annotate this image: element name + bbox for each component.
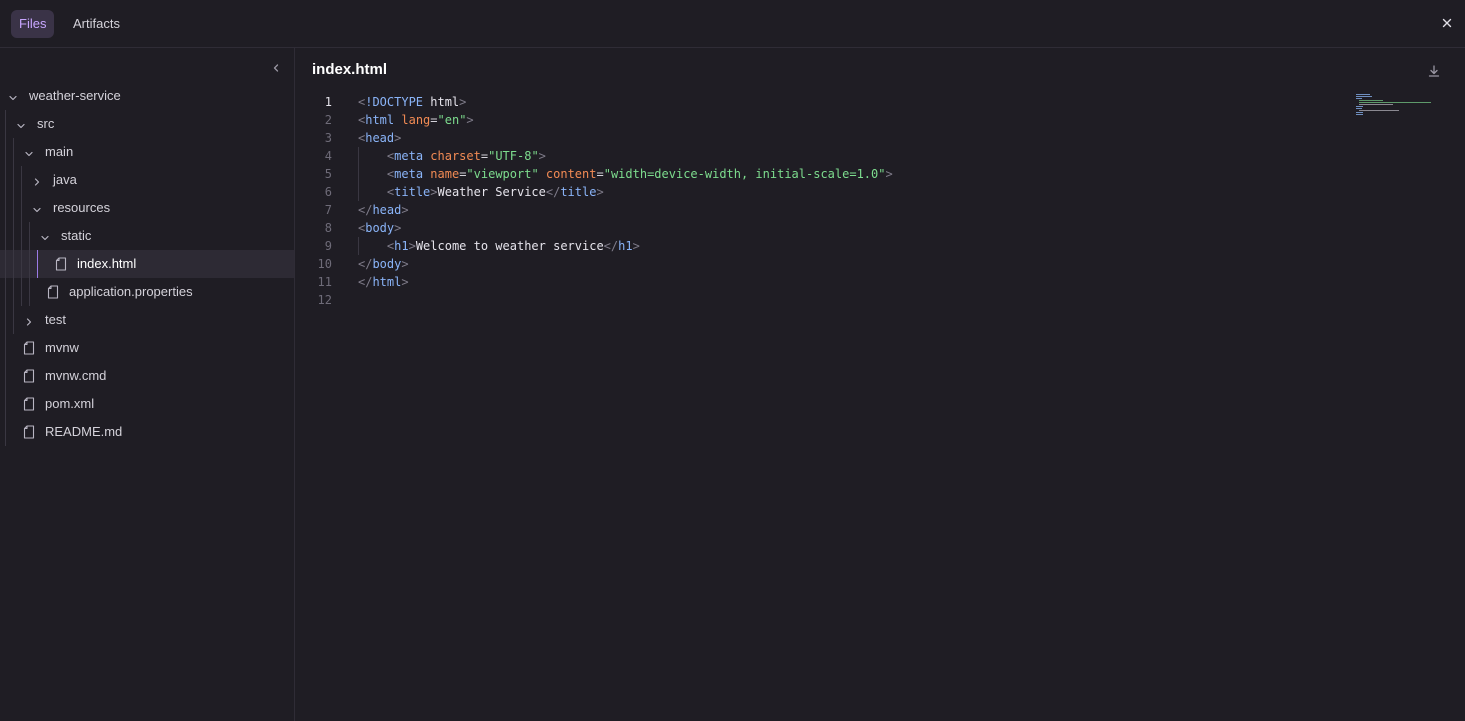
code-indent-guide — [358, 237, 359, 255]
code-line-text: <title>Weather Service</title> — [386, 185, 604, 199]
file-explorer-sidebar: weather-service src main java resources stati… — [0, 48, 295, 721]
line-number: 2 — [324, 113, 332, 127]
chevron-down-icon[interactable] — [32, 203, 42, 213]
tree-item-label: java — [53, 172, 77, 187]
line-number: 11 — [317, 275, 332, 289]
tree-folder-static[interactable]: static — [0, 222, 294, 250]
tree-item-label: mvnw — [45, 340, 79, 355]
code-line-text: <head> — [358, 131, 402, 145]
code-line-text: <!DOCTYPE html> — [358, 95, 467, 109]
chevron-right-icon[interactable] — [24, 315, 34, 326]
tree-folder-src[interactable]: src — [0, 110, 294, 138]
tab-files[interactable]: Files — [11, 10, 55, 38]
file-icon — [47, 285, 59, 299]
tree-folder-resources[interactable]: resources — [0, 194, 294, 222]
tree-file-mvnw-cmd[interactable]: mvnw.cmd — [0, 362, 294, 390]
file-icon — [23, 425, 35, 439]
tree-file-application-properties[interactable]: application.properties — [0, 278, 294, 306]
code-line-text: <meta charset="UTF-8"> — [386, 149, 546, 163]
top-bar: Files Artifacts — [0, 0, 1465, 48]
file-icon — [23, 397, 35, 411]
chevron-left-icon[interactable] — [270, 62, 282, 74]
tree-folder-weather-service[interactable]: weather-service — [0, 82, 294, 110]
tree-folder-java[interactable]: java — [0, 166, 294, 194]
tree-item-label: weather-service — [29, 88, 121, 103]
tree-indent-guide — [37, 250, 38, 278]
tree-item-label: mvnw.cmd — [45, 368, 107, 383]
tree-indent-guide — [5, 110, 6, 446]
code-line-text: <body> — [358, 221, 402, 235]
close-icon[interactable] — [1439, 15, 1455, 31]
code-line-text: </body> — [358, 257, 409, 271]
line-number: 4 — [324, 149, 332, 163]
file-icon — [23, 341, 35, 355]
line-number: 9 — [324, 239, 332, 253]
code-line-text: <h1>Welcome to weather service</h1> — [386, 239, 640, 253]
chevron-down-icon[interactable] — [24, 147, 34, 157]
code-line-text: <meta name="viewport" content="width=dev… — [386, 167, 893, 181]
download-icon[interactable] — [1427, 64, 1441, 78]
tree-item-label: main — [45, 144, 74, 159]
line-number: 5 — [324, 167, 332, 181]
tree-file-mvnw[interactable]: mvnw — [0, 334, 294, 362]
chevron-down-icon[interactable] — [40, 231, 50, 241]
file-icon — [23, 369, 35, 383]
tree-item-label: README.md — [45, 424, 123, 439]
line-number: 1 — [324, 95, 332, 109]
tree-item-label: static — [61, 228, 92, 243]
tree-indent-guide — [29, 222, 30, 306]
tree-file-readme-md[interactable]: README.md — [0, 418, 294, 446]
code-indent-guide — [358, 147, 359, 201]
code-line-text: </html> — [358, 275, 409, 289]
tree-file-index-html[interactable]: index.html — [0, 250, 294, 278]
line-number: 10 — [317, 257, 332, 271]
editor-file-title: index.html — [312, 61, 388, 78]
tree-folder-main[interactable]: main — [0, 138, 294, 166]
tree-folder-test[interactable]: test — [0, 306, 294, 334]
code-line-text: <html lang="en"> — [358, 113, 474, 127]
code-editor[interactable]: index.html 1 <!DOCTYPE html> 2 <html lang="… — [296, 48, 1465, 721]
tab-artifacts[interactable]: Artifacts — [65, 10, 128, 38]
line-number: 12 — [317, 293, 332, 307]
tree-file-pom-xml[interactable]: pom.xml — [0, 390, 294, 418]
tree-indent-guide — [21, 166, 22, 306]
tree-item-label: index.html — [77, 256, 137, 271]
line-number: 6 — [324, 185, 332, 199]
file-icon — [55, 257, 67, 271]
code-line-text: </head> — [358, 203, 409, 217]
chevron-down-icon[interactable] — [16, 119, 26, 129]
line-number: 8 — [324, 221, 332, 235]
tree-indent-guide — [13, 138, 14, 334]
tree-item-label: pom.xml — [45, 396, 95, 411]
minimap[interactable] — [1355, 92, 1435, 122]
chevron-right-icon[interactable] — [32, 175, 42, 186]
tree-item-label: test — [45, 312, 66, 327]
tree-item-label: resources — [53, 200, 111, 215]
line-number: 3 — [324, 131, 332, 145]
line-number: 7 — [324, 203, 332, 217]
tree-item-label: src — [37, 116, 55, 131]
chevron-down-icon[interactable] — [8, 91, 18, 101]
tree-item-label: application.properties — [69, 284, 193, 299]
